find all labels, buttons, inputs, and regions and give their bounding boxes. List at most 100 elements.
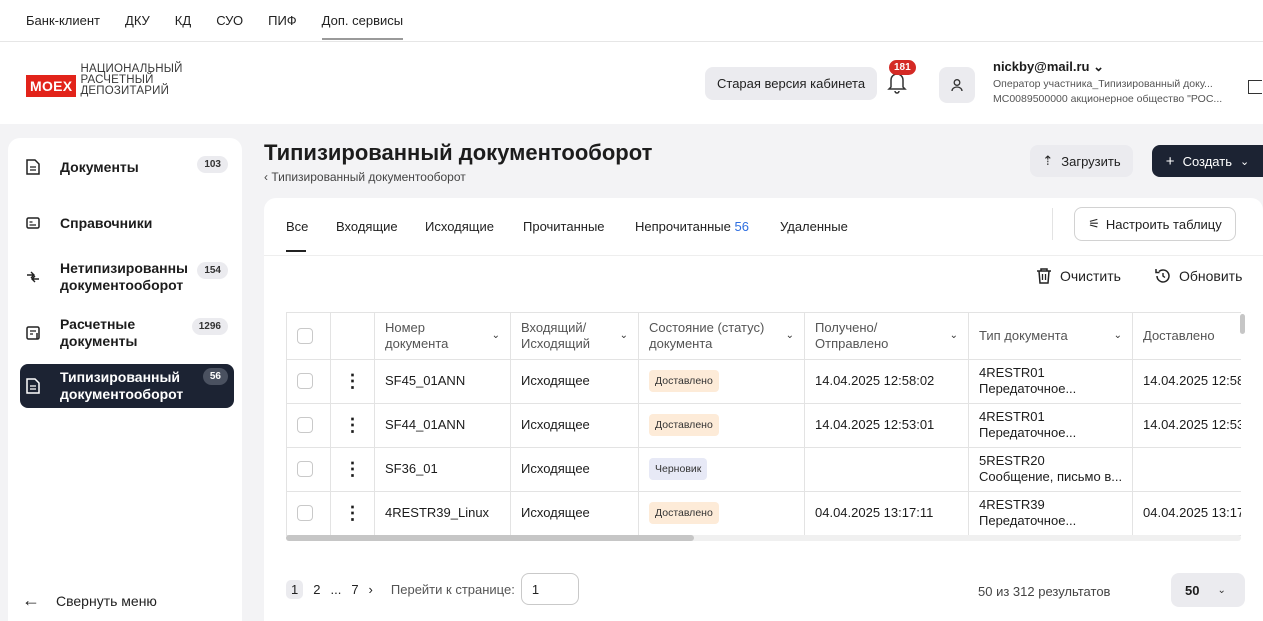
- chevron-left-icon: ‹: [264, 170, 268, 184]
- trash-icon: [1037, 268, 1051, 284]
- user-menu[interactable]: nickby@mail.ru ⌄ Оператор участника_Типи…: [993, 59, 1243, 105]
- create-button[interactable]: + Создать ⌄: [1152, 145, 1263, 177]
- tab-deleted[interactable]: Удаленные: [780, 219, 848, 234]
- row-checkbox[interactable]: [297, 461, 313, 477]
- column-header-status[interactable]: Состояние (статус) документа ⌄: [638, 313, 805, 360]
- header: MOEX НАЦИОНАЛЬНЫЙ РАСЧЕТНЫЙ ДЕПОЗИТАРИЙ …: [0, 42, 1263, 124]
- vertical-scrollbar[interactable]: [1240, 314, 1245, 334]
- table-row[interactable]: ⋮ SF45_01ANN Исходящее Доставлено 14.04.2025…: [286, 359, 1241, 404]
- nav-dku[interactable]: ДКУ: [125, 1, 150, 40]
- nav-suo[interactable]: СУО: [216, 1, 243, 40]
- table-row[interactable]: ⋮ SF36_01 Исходящее Черновик 5RESTR20 Сообщен…: [286, 447, 1241, 492]
- nav-bank-client[interactable]: Банк-клиент: [26, 1, 100, 40]
- tab-incoming[interactable]: Входящие: [336, 219, 398, 234]
- chevron-down-icon: ⌄: [1093, 59, 1105, 74]
- type-code: 4RESTR01: [979, 409, 1045, 424]
- row-checkbox[interactable]: [297, 417, 313, 433]
- page-ellipsis: ...: [330, 581, 342, 597]
- tab-outgoing[interactable]: Исходящие: [425, 219, 494, 234]
- cell-status: Доставлено: [638, 491, 805, 536]
- sidebar-item-label: Нетипизированны документооборот: [60, 260, 188, 293]
- logo[interactable]: MOEX НАЦИОНАЛЬНЫЙ РАСЧЕТНЫЙ ДЕПОЗИТАРИЙ: [26, 63, 183, 97]
- row-select-cell: [286, 491, 331, 536]
- cell-type: 4RESTR39 Передаточное...: [968, 491, 1133, 536]
- cell-type: 5RESTR20 Сообщение, письмо в...: [968, 447, 1133, 492]
- goto-page-input[interactable]: 1: [520, 573, 579, 605]
- horizontal-scrollbar[interactable]: [286, 535, 1241, 541]
- arrow-left-icon: ←: [22, 590, 40, 610]
- row-actions-icon[interactable]: ⋮: [330, 491, 375, 536]
- column-header-number[interactable]: Номер документа ⌄: [374, 313, 511, 360]
- chevron-down-icon: ⌄: [1239, 155, 1250, 168]
- table-row[interactable]: ⋮ 4RESTR39_Linux Исходящее Доставлено 04.04.…: [286, 491, 1241, 536]
- sidebar-item-untyped[interactable]: Нетипизированны документооборот 154: [20, 258, 234, 296]
- sidebar-item-settlement[interactable]: Расчетные документы 1296: [20, 314, 234, 352]
- cell-type: 4RESTR01 Передаточное...: [968, 359, 1133, 404]
- column-header-direction[interactable]: Входящий/Исходящий ⌄: [510, 313, 639, 360]
- sidebar-item-documents[interactable]: Документы 103: [20, 152, 234, 182]
- nav-extra-services[interactable]: Доп. сервисы: [321, 1, 404, 40]
- active-tab-indicator: [286, 250, 306, 252]
- cell-delivered: 04.04.2025 13:17: [1132, 491, 1241, 536]
- sidebar-item-label: Типизированный документооборот: [60, 369, 184, 402]
- tab-unread[interactable]: Непрочитанные 56: [635, 219, 749, 234]
- plus-icon: +: [1165, 152, 1175, 170]
- avatar[interactable]: [939, 67, 975, 103]
- tab-all[interactable]: Все: [286, 219, 308, 234]
- next-page-button[interactable]: ›: [369, 582, 373, 597]
- scrollbar-thumb[interactable]: [286, 535, 694, 541]
- row-checkbox[interactable]: [297, 373, 313, 389]
- refresh-button[interactable]: Обновить: [1154, 267, 1242, 285]
- page-button-current[interactable]: 1: [286, 579, 304, 599]
- breadcrumb[interactable]: ‹ Типизированный документооборот: [264, 170, 466, 184]
- row-actions-icon[interactable]: ⋮: [330, 403, 375, 448]
- chevron-down-icon: ⌄: [785, 329, 794, 341]
- tab-read[interactable]: Прочитанные: [523, 219, 605, 234]
- per-page-select[interactable]: 50 ⌄: [1171, 573, 1245, 607]
- collapse-menu-button[interactable]: ← Свернуть меню: [22, 590, 157, 611]
- goto-page-label: Перейти к странице:: [390, 581, 515, 597]
- user-role: Оператор участника_Типизированный доку..…: [993, 78, 1213, 90]
- count-badge: 56: [202, 368, 228, 385]
- page-title: Типизированный документооборот: [264, 140, 653, 165]
- cell-number: SF44_01ANN: [374, 403, 511, 448]
- configure-table-label: Настроить таблицу: [1105, 216, 1222, 232]
- cell-direction: Исходящее: [510, 359, 639, 404]
- cell-received: [804, 447, 969, 492]
- refresh-icon: [1155, 269, 1170, 283]
- sidebar-item-directories[interactable]: Справочники: [20, 208, 234, 238]
- upload-button[interactable]: ⇡ Загрузить: [1030, 145, 1133, 177]
- type-name: Передаточное...: [979, 425, 1077, 440]
- status-badge: Доставлено: [649, 370, 719, 392]
- column-header-delivered[interactable]: Доставлено: [1132, 313, 1241, 360]
- clear-button[interactable]: Очистить: [1036, 267, 1121, 284]
- nav-pif[interactable]: ПИФ: [268, 1, 297, 40]
- document-icon: [26, 159, 40, 175]
- sidebar-item-typed[interactable]: Типизированный документооборот 56: [20, 364, 234, 408]
- table-row[interactable]: ⋮ SF44_01ANN Исходящее Доставлено 14.04.2025…: [286, 403, 1241, 448]
- row-select-cell: [286, 403, 331, 448]
- row-checkbox[interactable]: [297, 505, 313, 521]
- column-header-received[interactable]: Получено/Отправлено ⌄: [804, 313, 969, 360]
- cell-status: Черновик: [638, 447, 805, 492]
- cell-delivered: [1132, 447, 1241, 492]
- nav-kd[interactable]: КД: [175, 1, 191, 40]
- sidebar: Документы 103 Справочники Нетипизированн…: [8, 138, 242, 621]
- select-all-cell: [286, 313, 331, 360]
- status-badge: Доставлено: [649, 502, 719, 524]
- cell-direction: Исходящее: [510, 447, 639, 492]
- column-header-type[interactable]: Тип документа ⌄: [968, 313, 1133, 360]
- page-button[interactable]: 2: [313, 582, 320, 597]
- select-all-checkbox[interactable]: [297, 327, 313, 344]
- row-actions-icon[interactable]: ⋮: [330, 359, 375, 404]
- logout-icon[interactable]: [1248, 80, 1262, 94]
- sliders-icon: ⚟: [1088, 216, 1100, 231]
- documents-table: Номер документа ⌄ Входящий/Исходящий ⌄ Сост…: [286, 312, 1241, 542]
- cell-delivered: 14.04.2025 12:53: [1132, 403, 1241, 448]
- row-actions-icon[interactable]: ⋮: [330, 447, 375, 492]
- id-card-icon: [26, 217, 40, 229]
- page-button[interactable]: 7: [351, 582, 358, 597]
- configure-table-button[interactable]: ⚟ Настроить таблицу: [1074, 207, 1236, 241]
- old-version-button[interactable]: Старая версия кабинета: [705, 67, 878, 100]
- documents-panel: Все Входящие Исходящие Прочитанные Непро…: [264, 198, 1263, 621]
